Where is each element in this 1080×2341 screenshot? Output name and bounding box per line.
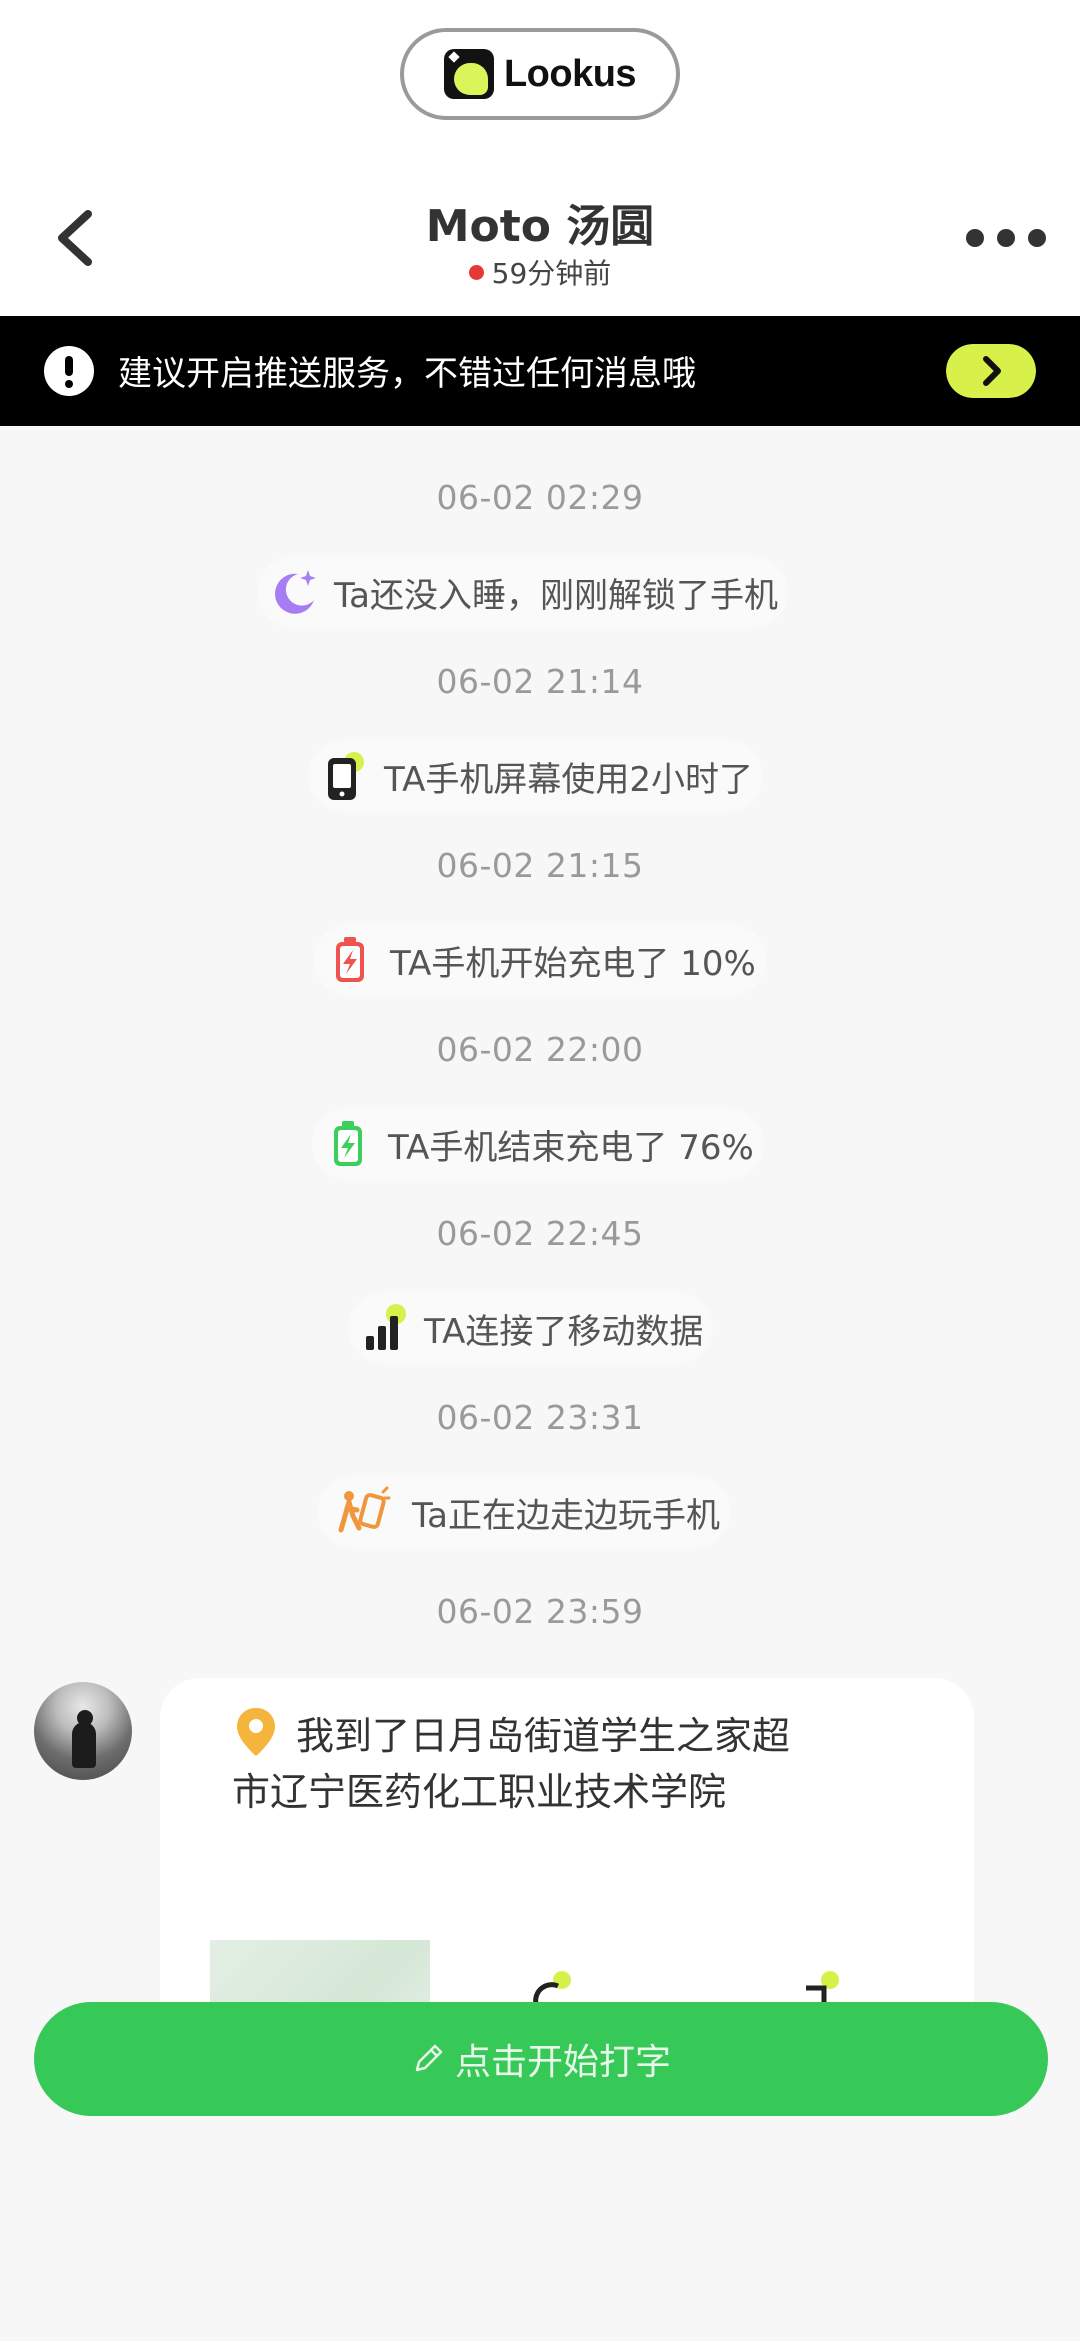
contact-name: Moto 汤圆 [425,201,655,252]
event-item: TA手机屏幕使用2小时了 [308,740,764,812]
timestamp: 06-02 23:59 [436,1592,644,1631]
battery-charging-green-icon [334,1121,362,1166]
event-text: TA手机结束充电了 76% [388,1127,754,1168]
event-item: TA手机开始充电了 10% [314,924,766,996]
moon-icon [274,570,316,614]
status-dot [468,264,484,280]
last-seen-text: 59分钟前 [491,257,612,290]
event-item: TA连接了移动数据 [348,1292,714,1364]
battery-charging-red-icon [336,937,364,982]
event-text: Ta正在边走边玩手机 [412,1495,720,1536]
app-logo-pill: Lookus [400,28,680,120]
event-text: TA手机开始充电了 10% [390,943,756,984]
chat-screen: Lookus Moto 汤圆 59分钟前 建议开启推送服务，不错过任何消息哦 0… [0,0,1080,2341]
more-options-icon[interactable] [966,226,1046,250]
banner-go-button[interactable] [946,344,1036,398]
event-text: TA连接了移动数据 [424,1311,704,1352]
event-text: Ta还没入睡，刚刚解锁了手机 [334,575,778,616]
event-item: Ta正在边走边玩手机 [318,1476,730,1548]
timestamp: 06-02 23:31 [436,1398,644,1437]
walking-status-icon [533,1971,571,2005]
event-item: TA手机结束充电了 76% [312,1108,764,1180]
event-text: TA手机屏幕使用2小时了 [384,759,754,800]
message-text: 我到了日月岛街道学生之家超市辽宁医药化工职业技术学院 [232,1714,791,1814]
top-bar: Lookus Moto 汤圆 59分钟前 [0,0,1080,316]
timestamp: 06-02 22:45 [436,1214,644,1253]
walking-phone-icon [338,1486,391,1533]
status-icon [806,1971,839,2004]
alert-icon [44,346,94,396]
lookus-logo-icon [443,49,494,99]
pencil-icon [415,2044,443,2072]
timestamp: 06-02 02:29 [436,478,644,517]
event-item: Ta还没入睡，刚刚解锁了手机 [258,556,788,628]
contact-avatar[interactable] [34,1682,132,1780]
timestamp: 06-02 22:00 [436,1030,644,1069]
start-typing-button[interactable]: 点击开始打字 [34,2002,1048,2116]
banner-text: 建议开启推送服务，不错过任何消息哦 [118,354,696,394]
phone-screen-icon [328,752,364,800]
last-seen-status: 59分钟前 [0,252,1080,292]
timestamp: 06-02 21:15 [436,846,644,885]
input-placeholder: 点击开始打字 [454,2042,671,2083]
app-logo-text: Lookus [503,52,637,95]
push-notification-banner[interactable]: 建议开启推送服务，不错过任何消息哦 [0,316,1080,426]
signal-bars-icon [366,1304,406,1350]
timestamp: 06-02 21:14 [436,662,644,701]
